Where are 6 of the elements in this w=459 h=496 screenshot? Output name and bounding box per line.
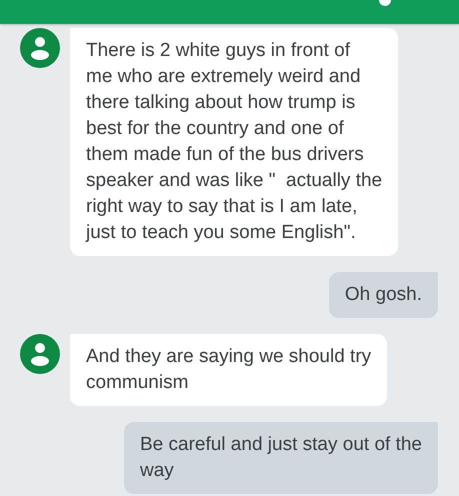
message-bubble: Oh gosh. [328,272,438,318]
message-bubble: There is 2 white guys in front of me who are extremely weird and there talking about how trump is best for the country and one of them made fun of the bus drivers speaker and was like " actually the right way to say that is I am late, just to teach you some English". [70,28,398,256]
avatar-icon[interactable] [20,28,60,68]
message-bubble: Be careful and just stay out of the way [124,422,438,494]
avatar-icon[interactable] [20,334,60,374]
message-bubble: And they are saying we should try communism [70,334,388,406]
